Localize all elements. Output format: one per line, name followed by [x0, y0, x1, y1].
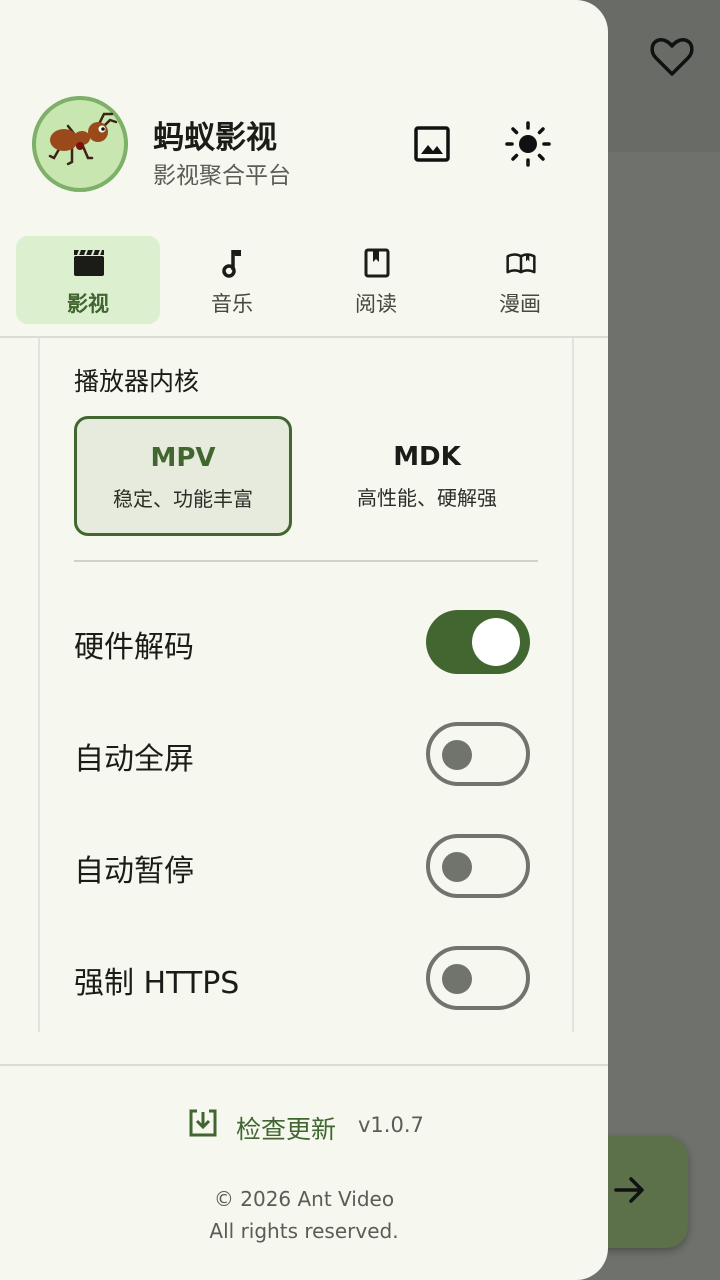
book-icon — [362, 246, 392, 280]
download-icon — [189, 1109, 217, 1137]
music-note-icon — [218, 246, 248, 280]
app-name: 蚂蚁影视 — [153, 120, 277, 156]
sun-icon — [505, 121, 551, 167]
auto-fullscreen-switch[interactable] — [426, 722, 530, 786]
clapperboard-icon — [74, 246, 104, 280]
app-subtitle: 影视聚合平台 — [153, 163, 291, 189]
setting-label: 自动暂停 — [74, 854, 194, 889]
setting-label: 硬件解码 — [74, 630, 194, 665]
hardware-decoding-switch[interactable] — [426, 610, 530, 674]
copyright-text: © 2026 Ant Video — [213, 1187, 395, 1211]
wallpaper-button[interactable] — [404, 116, 460, 172]
tab-label: 音乐 — [211, 292, 253, 316]
tab-label: 漫画 — [499, 292, 541, 316]
setting-hardware-decoding: 硬件解码 — [74, 608, 538, 678]
navigation-drawer: 蚂蚁影视 影视聚合平台 影视 音乐 阅读 漫画 播放器内核 MPV 稳定、功能丰… — [0, 0, 608, 1280]
core-option-mpv[interactable]: MPV 稳定、功能丰富 — [74, 416, 292, 536]
switch-knob — [442, 964, 472, 994]
core-option-desc: 高性能、硬解强 — [357, 486, 497, 510]
core-option-mdk[interactable]: MDK 高性能、硬解强 — [318, 416, 536, 536]
switch-knob — [472, 618, 520, 666]
ant-icon — [48, 112, 118, 166]
tab-video[interactable]: 影视 — [16, 236, 160, 324]
heart-icon[interactable] — [648, 34, 696, 78]
core-option-name: MDK — [393, 442, 461, 472]
force-https-switch[interactable] — [426, 946, 530, 1010]
setting-label: 自动全屏 — [74, 742, 194, 777]
rights-text: All rights reserved. — [209, 1219, 399, 1243]
player-core-title: 播放器内核 — [74, 367, 200, 396]
tab-comics[interactable]: 漫画 — [448, 236, 592, 324]
switch-knob — [442, 740, 472, 770]
open-book-icon — [506, 246, 536, 280]
core-option-desc: 稳定、功能丰富 — [113, 487, 253, 511]
setting-label: 强制 HTTPS — [74, 966, 240, 1001]
divider — [74, 560, 538, 562]
category-tabs: 影视 音乐 阅读 漫画 — [0, 234, 608, 328]
auto-pause-switch[interactable] — [426, 834, 530, 898]
tab-reading[interactable]: 阅读 — [304, 236, 448, 324]
switch-knob — [442, 852, 472, 882]
core-option-name: MPV — [150, 443, 216, 473]
setting-force-https: 强制 HTTPS — [74, 944, 538, 1014]
arrow-right-icon — [614, 1177, 644, 1203]
setting-auto-pause: 自动暂停 — [74, 832, 538, 902]
drawer-header: 蚂蚁影视 影视聚合平台 — [0, 0, 608, 230]
tab-label: 影视 — [67, 292, 109, 316]
settings-panel: 播放器内核 MPV 稳定、功能丰富 MDK 高性能、硬解强 硬件解码 自动全屏 … — [38, 338, 574, 1032]
tab-music[interactable]: 音乐 — [160, 236, 304, 324]
setting-auto-fullscreen: 自动全屏 — [74, 720, 538, 790]
divider — [0, 1064, 608, 1066]
check-update-button[interactable]: 检查更新 v1.0.7 — [0, 1106, 608, 1146]
version-label: v1.0.7 — [358, 1113, 424, 1137]
check-update-label: 检查更新 — [236, 1115, 337, 1144]
app-logo — [32, 96, 128, 192]
tab-label: 阅读 — [355, 292, 397, 316]
theme-toggle-button[interactable] — [500, 116, 556, 172]
image-icon — [414, 126, 450, 162]
